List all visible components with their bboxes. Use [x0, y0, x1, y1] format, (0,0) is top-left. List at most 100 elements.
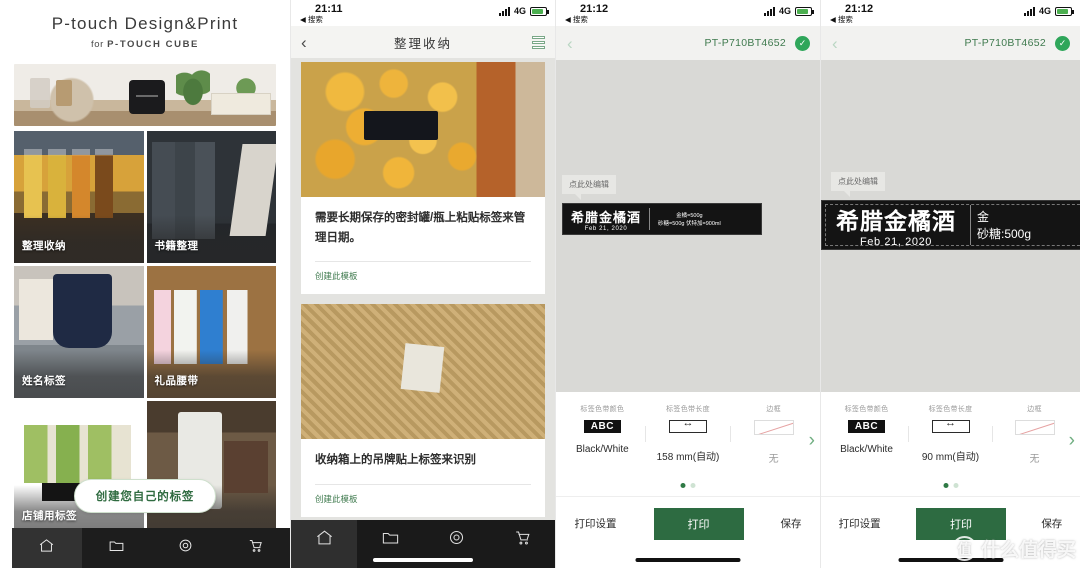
- page-title: 整理收纳: [393, 36, 452, 51]
- label-title: 希腊金橘酒: [571, 209, 642, 225]
- category-card[interactable]: 整理收纳: [14, 131, 144, 263]
- setting-tape-color[interactable]: 标签色带颜色 ABC Black/White: [825, 404, 908, 455]
- nav-header: ‹ 整理收纳: [291, 26, 555, 58]
- setting-title: 标签色带长度: [928, 406, 973, 413]
- nav-home-tab[interactable]: [12, 528, 82, 568]
- save-button[interactable]: 保存: [1041, 516, 1062, 531]
- home-icon: [38, 537, 55, 559]
- label-canvas[interactable]: 点此处编辑 希腊金橘酒 Feb 21, 2020 金橘=500g 砂糖=500g…: [556, 60, 820, 392]
- setting-tape-length[interactable]: 标签色带长度 90 mm(自动): [909, 404, 992, 463]
- nav-home-tab[interactable]: [291, 520, 357, 568]
- pager-dot[interactable]: [953, 483, 958, 488]
- gear-icon: [447, 528, 466, 552]
- label-preview[interactable]: 希腊金橘酒 Feb 21, 2020 金橘=500g 砂糖=500g 伏特加=9…: [562, 203, 762, 235]
- category-card[interactable]: [146, 401, 276, 533]
- folder-icon: [108, 537, 125, 559]
- template-card[interactable]: 需要长期保存的密封罐/瓶上粘贴标签来管理日期。 创建此模板: [301, 62, 545, 295]
- battery-icon: [530, 6, 549, 16]
- setting-title: 标签色带长度: [666, 406, 710, 413]
- setting-border[interactable]: 边框 无: [993, 404, 1076, 465]
- status-bar: 21:11 ◀ 搜索 4G: [291, 0, 555, 26]
- network-label: 4G: [1038, 6, 1051, 16]
- label-title: 希腊金橘酒: [836, 208, 956, 234]
- label-right-block: 金 砂糖:500g: [971, 201, 1037, 249]
- status-bar: 21:12 ◀ 搜索 4G: [556, 0, 820, 26]
- create-own-label-button[interactable]: 创建您自己的标签: [74, 479, 216, 513]
- network-label: 4G: [778, 6, 791, 16]
- nav-settings-tab[interactable]: [151, 528, 221, 568]
- print-settings-button[interactable]: 打印设置: [839, 516, 881, 531]
- subtitle-brand: P-TOUCH CUBE: [107, 39, 199, 50]
- hero-box: [210, 92, 271, 115]
- signal-icon: [498, 6, 510, 16]
- check-circle-icon: ✓: [1055, 35, 1070, 51]
- label-line-1: 金橘=500g: [676, 213, 703, 219]
- subtitle-prefix: for: [90, 39, 104, 50]
- status-back-app: ◀ 搜索: [300, 15, 323, 24]
- nav-cart-tab[interactable]: [221, 528, 291, 568]
- category-card[interactable]: 店铺用标签: [14, 401, 144, 533]
- label-line-2: 砂糖:500g: [977, 227, 1032, 241]
- signal-icon: [763, 6, 775, 16]
- action-bar: 打印设置 打印 保存: [556, 496, 820, 568]
- editor-header: ‹ PT-P710BT4652 ✓: [556, 26, 820, 60]
- page-subtitle: for P-TOUCH CUBE: [6, 39, 284, 50]
- back-button[interactable]: ‹: [832, 35, 838, 52]
- printer-name[interactable]: PT-P710BT4652: [704, 37, 786, 49]
- create-template-link[interactable]: 创建此模板: [301, 262, 545, 294]
- label-canvas[interactable]: 点此处编辑 希腊金橘酒 Feb 21, 2020 金 砂糖:500g: [821, 60, 1080, 392]
- panel-label-editor: 21:12 ◀ 搜索 4G ‹ PT-P710BT4652 ✓ 点此处编辑 希腊…: [555, 0, 820, 568]
- home-indicator: [898, 558, 1003, 562]
- category-label: 姓名标签: [22, 375, 66, 387]
- category-card[interactable]: 礼品腰带: [146, 266, 276, 398]
- chevron-right-icon[interactable]: ›: [809, 430, 815, 452]
- status-indicators: 4G: [498, 6, 549, 16]
- setting-border[interactable]: 边框 无: [731, 404, 816, 465]
- back-button[interactable]: ‹: [301, 34, 307, 51]
- page-title: P-touch Design&Print: [51, 14, 239, 33]
- create-template-link[interactable]: 创建此模板: [301, 485, 545, 517]
- category-card[interactable]: 书籍整理: [146, 131, 276, 263]
- setting-value: 158 mm(自动): [656, 452, 720, 463]
- settings-row: 标签色带颜色 ABC Black/White 标签色带长度 158 mm(自动)…: [556, 392, 820, 465]
- pager-dot[interactable]: [680, 483, 686, 488]
- category-card[interactable]: 姓名标签: [14, 266, 144, 398]
- label-left-block: 希腊金橘酒 Feb 21, 2020: [822, 201, 970, 249]
- pager-dot[interactable]: [943, 483, 948, 488]
- list-menu-icon[interactable]: [532, 35, 545, 49]
- label-line-1: 金: [977, 210, 990, 224]
- abc-swatch-icon: ABC: [847, 420, 886, 433]
- setting-tape-length[interactable]: 标签色带长度 158 mm(自动): [646, 404, 731, 463]
- hero-banner-image: [14, 64, 276, 126]
- pager-dots: [943, 483, 958, 488]
- back-button[interactable]: ‹: [567, 35, 573, 52]
- chevron-right-icon[interactable]: ›: [1069, 430, 1075, 452]
- printer-name[interactable]: PT-P710BT4652: [964, 37, 1046, 49]
- label-preview[interactable]: 希腊金橘酒 Feb 21, 2020 金 砂糖:500g: [821, 200, 1080, 250]
- print-button[interactable]: 打印: [915, 507, 1006, 540]
- hero-printer-cube: [129, 80, 166, 115]
- label-settings-panel: 标签色带颜色 ABC Black/White 标签色带长度 158 mm(自动)…: [556, 392, 820, 496]
- print-settings-button[interactable]: 打印设置: [575, 516, 617, 531]
- bottom-nav: [291, 520, 555, 568]
- label-right-block: 金橘=500g 砂糖=500g 伏特加=900ml: [650, 204, 729, 234]
- setting-value: 90 mm(自动): [921, 452, 980, 463]
- setting-value: 无: [768, 454, 779, 465]
- label-line-2: 砂糖=500g 伏特加=900ml: [658, 221, 721, 227]
- gear-icon: [177, 537, 194, 559]
- bottom-nav: [12, 528, 290, 568]
- print-button[interactable]: 打印: [653, 507, 744, 540]
- home-indicator: [635, 558, 741, 562]
- action-bar: 打印设置 打印 保存: [821, 496, 1080, 568]
- home-icon: [315, 528, 334, 552]
- nav-cart-tab[interactable]: [489, 520, 555, 568]
- nav-folder-tab[interactable]: [82, 528, 152, 568]
- edit-tooltip: 点此处编辑: [831, 172, 885, 197]
- length-swatch-icon: [931, 417, 970, 433]
- save-button[interactable]: 保存: [781, 516, 802, 531]
- label-date: Feb 21, 2020: [584, 225, 628, 232]
- setting-tape-color[interactable]: 标签色带颜色 ABC Black/White: [560, 404, 645, 455]
- pager-dots: [680, 483, 696, 488]
- pager-dot[interactable]: [690, 483, 696, 488]
- template-card[interactable]: 收纳箱上的吊牌贴上标签来识别 创建此模板: [301, 304, 545, 517]
